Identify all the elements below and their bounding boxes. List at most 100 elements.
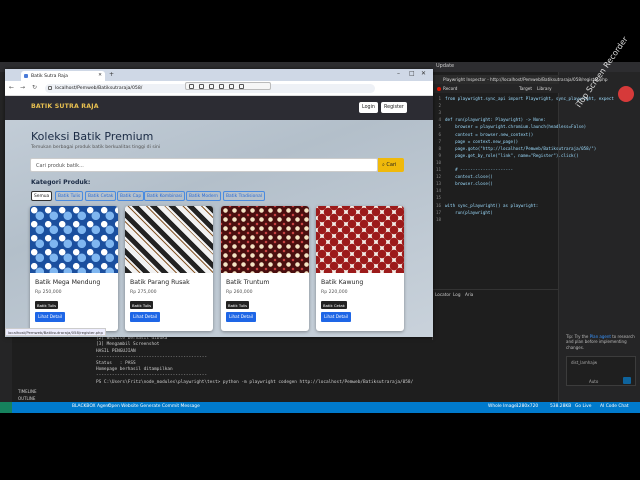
category-badge: Batik Tulis bbox=[35, 301, 59, 309]
outline-section[interactable]: OUTLINE bbox=[18, 395, 37, 402]
product-price: Rp 260,000 bbox=[226, 290, 253, 295]
search-button[interactable]: ⌕ Cari bbox=[378, 158, 404, 172]
category-chip-modern[interactable]: Batik Modern bbox=[186, 191, 222, 201]
product-price: Rp 275,000 bbox=[130, 290, 157, 295]
product-card[interactable]: Batik Kawung Rp 220,000 Batik Cetak Liha… bbox=[316, 206, 404, 331]
chat-tip: Tip: Try the Plan agent to research and … bbox=[566, 334, 636, 350]
tab-strip: Batik Sutra Raja ✕ + – □ ✕ bbox=[5, 69, 433, 81]
whole-image-status[interactable]: Whole Image bbox=[488, 404, 517, 409]
product-price: Rp 250,000 bbox=[35, 290, 62, 295]
product-card[interactable]: Batik Truntum Rp 260,000 Batik Tulis Lih… bbox=[221, 206, 309, 331]
product-image[interactable] bbox=[316, 206, 404, 273]
update-label[interactable]: Update bbox=[436, 63, 454, 69]
record-icon[interactable] bbox=[437, 87, 441, 91]
code-line: def run(playwright: Playwright) -> None: bbox=[445, 117, 546, 123]
chat-input[interactable]: dist_lamhajw Auto bbox=[566, 356, 636, 386]
category-chip-semua[interactable]: Semua bbox=[31, 191, 53, 201]
product-image[interactable] bbox=[221, 206, 309, 273]
category-chip-kombinasi[interactable]: Batik Kombinasi bbox=[144, 191, 186, 201]
search-button-label: Cari bbox=[386, 162, 397, 168]
product-name: Batik Mega Mendung bbox=[35, 279, 101, 286]
plan-agent-link[interactable]: Plan agent bbox=[590, 334, 611, 339]
record-icon[interactable] bbox=[189, 84, 194, 89]
product-image[interactable] bbox=[30, 206, 118, 273]
target-select[interactable]: Library bbox=[537, 86, 552, 91]
tip-text-before: Try the bbox=[574, 334, 589, 339]
product-card[interactable]: Batik Parang Rusak Rp 275,000 Batik Tuli… bbox=[125, 206, 213, 331]
detail-button[interactable]: Lihat Detail bbox=[130, 312, 161, 322]
assert-text-icon[interactable] bbox=[219, 84, 224, 89]
browser-tab[interactable]: Batik Sutra Raja ✕ bbox=[21, 71, 105, 81]
timeline-section[interactable]: TIMELINE bbox=[18, 388, 37, 395]
maximize-icon[interactable]: □ bbox=[409, 70, 415, 77]
record-button[interactable]: Record bbox=[443, 86, 457, 91]
line-number: 4 bbox=[438, 117, 441, 123]
tip-prefix: Tip: bbox=[566, 334, 574, 339]
product-name: Batik Kawung bbox=[321, 279, 364, 286]
code-line: page.goto("http://localhost/Pemweb/Batik… bbox=[445, 145, 597, 151]
statusbar: BLACKBOX Agent Open Website Generate Com… bbox=[0, 402, 640, 413]
forward-icon[interactable]: → bbox=[20, 84, 25, 91]
code-line: # --------------------- bbox=[445, 167, 514, 172]
line-number: 12 bbox=[435, 174, 441, 180]
chat-context-chip[interactable]: dist_lamhajw bbox=[571, 360, 597, 365]
playwright-overlay-toolbar bbox=[185, 82, 271, 90]
open-website-status[interactable]: Open Website bbox=[108, 404, 139, 409]
back-icon[interactable]: ← bbox=[9, 84, 14, 91]
minimize-icon[interactable]: – bbox=[397, 70, 400, 77]
category-badge: Batik Tulis bbox=[226, 301, 250, 309]
assert-value-icon[interactable] bbox=[229, 84, 234, 89]
tab-log[interactable]: Log bbox=[453, 292, 460, 297]
screen: Update Tip: Try the Plan agent to resear… bbox=[0, 0, 640, 480]
login-button[interactable]: Login bbox=[359, 102, 378, 113]
chat-mode-select[interactable]: Auto bbox=[589, 379, 598, 384]
assert-visibility-icon[interactable] bbox=[209, 84, 214, 89]
register-button[interactable]: Register bbox=[381, 102, 407, 113]
close-window-icon[interactable]: ✕ bbox=[421, 70, 426, 77]
remote-icon[interactable] bbox=[0, 402, 12, 413]
line-number: 2 bbox=[438, 103, 441, 109]
assert-snapshot-icon[interactable] bbox=[239, 84, 244, 89]
tab-title: Batik Sutra Raja bbox=[31, 74, 68, 79]
reload-icon[interactable]: ↻ bbox=[32, 84, 37, 91]
line-number: 9 bbox=[438, 152, 441, 158]
commit-message-status[interactable]: Generate Commit Message bbox=[140, 404, 200, 409]
page-subtitle: Temukan berbagai produk batik berkualita… bbox=[31, 145, 161, 150]
close-tab-icon[interactable]: ✕ bbox=[98, 73, 102, 78]
code-editor[interactable]: 1 from playwright.sync_api import Playwri… bbox=[433, 95, 614, 287]
category-chip-cap[interactable]: Batik Cap bbox=[117, 191, 145, 201]
product-image[interactable] bbox=[125, 206, 213, 273]
blackbox-agent-status[interactable]: BLACKBOX Agent bbox=[72, 404, 110, 409]
send-icon[interactable] bbox=[623, 377, 631, 384]
code-line: context = browser.new_context() bbox=[445, 131, 534, 137]
go-live-status[interactable]: Go Live bbox=[575, 404, 591, 409]
category-chip-cetak[interactable]: Batik Cetak bbox=[85, 191, 117, 201]
category-chip-tulis[interactable]: Batik Tulis bbox=[55, 191, 84, 201]
line-number: 6 bbox=[438, 131, 441, 137]
category-chip-tradisional[interactable]: Batik Tradisional bbox=[223, 191, 266, 201]
code-line: page = context.new_page() bbox=[445, 138, 519, 144]
product-card[interactable]: Batik Mega Mendung Rp 250,000 Batik Tuli… bbox=[30, 206, 118, 331]
line-number: 13 bbox=[435, 181, 441, 187]
tab-locator[interactable]: Locator bbox=[435, 292, 451, 297]
pick-locator-icon[interactable] bbox=[199, 84, 204, 89]
search-icon: ⌕ bbox=[382, 162, 385, 168]
line-number: 18 bbox=[435, 216, 441, 222]
detail-button[interactable]: Lihat Detail bbox=[226, 312, 257, 322]
line-number: 15 bbox=[435, 195, 441, 201]
code-line: page.get_by_role("link", name="Register"… bbox=[445, 152, 579, 158]
search-input[interactable]: Cari produk batik... bbox=[30, 158, 378, 172]
tab-aria[interactable]: Aria bbox=[465, 292, 473, 297]
ai-code-chat-status[interactable]: AI Code Chat bbox=[600, 404, 629, 409]
code-line: browser.close() bbox=[445, 181, 493, 187]
code-line: context.close() bbox=[445, 174, 493, 180]
detail-button[interactable]: Lihat Detail bbox=[35, 312, 66, 322]
category-badge: Batik Cetak bbox=[321, 301, 347, 309]
detail-button[interactable]: Lihat Detail bbox=[321, 312, 352, 322]
new-tab-icon[interactable]: + bbox=[109, 71, 114, 78]
terminal[interactable]: [1] Membuka Website... [2] Website berha… bbox=[96, 330, 436, 402]
site-brand[interactable]: BATIK SUTRA RAJA bbox=[31, 103, 99, 110]
site-info-icon[interactable] bbox=[48, 86, 52, 90]
site-navbar: BATIK SUTRA RAJA Login Register bbox=[5, 96, 433, 120]
category-heading: Kategori Produk: bbox=[31, 179, 91, 186]
